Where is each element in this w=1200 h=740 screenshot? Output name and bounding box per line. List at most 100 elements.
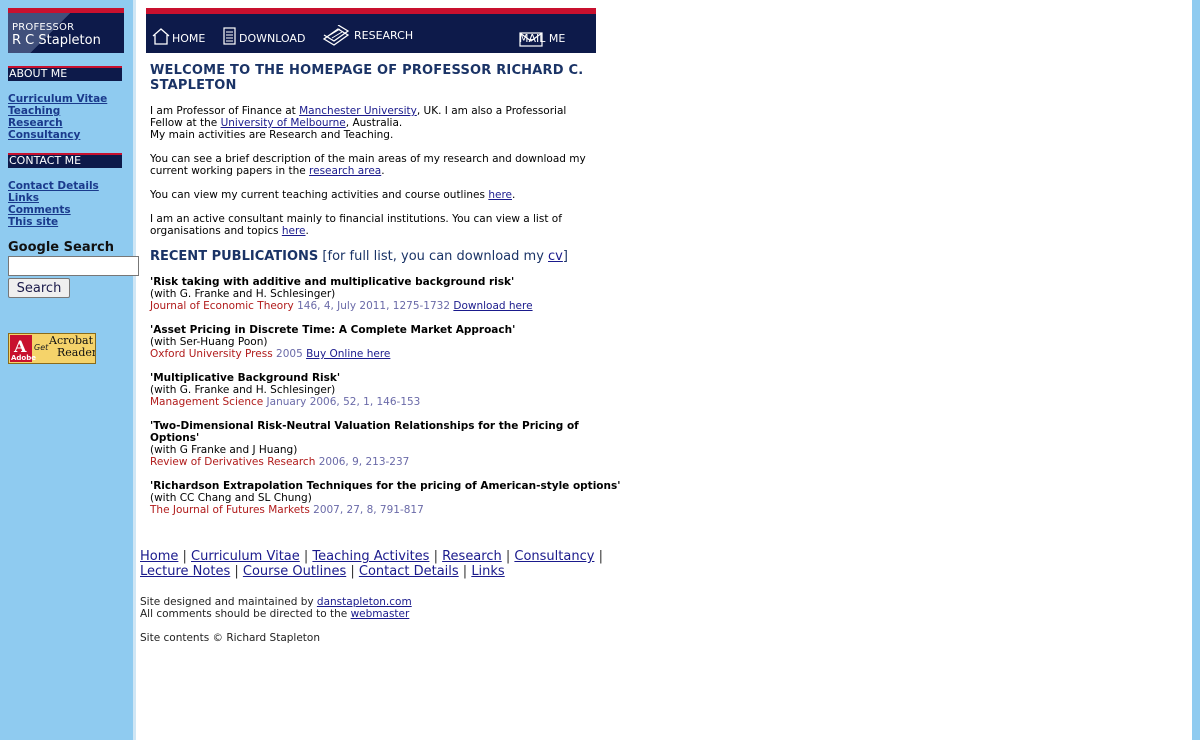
publication-item: 'Richardson Extrapolation Techniques for… [150,480,621,516]
footer-separator: | [594,549,603,564]
teaching-paragraph: You can view my current teaching activit… [150,189,600,201]
acrobat-get-label: Get [34,343,49,352]
footer-separator: | [346,564,359,579]
footer-link-links[interactable]: Links [471,564,504,579]
footer-link-teaching-activites[interactable]: Teaching Activites [312,549,429,564]
topnav-download-label: DOWNLOAD [239,32,306,45]
sidebar-link-curriculum-vitae[interactable]: Curriculum Vitae [8,93,107,105]
designer-link[interactable]: danstapleton.com [317,596,412,608]
publication-title: 'Richardson Extrapolation Techniques for… [150,480,621,492]
manchester-university-link[interactable]: Manchester University [299,105,417,117]
footer-link-lecture-notes[interactable]: Lecture Notes [140,564,230,579]
publication-item: 'Multiplicative Background Risk' (with G… [150,372,600,408]
reader-name: Reader [57,346,96,359]
publication-details: 146, 4, July 2011, 1275-1732 [293,300,451,312]
acrobat-reader-label: Acrobat Reader [49,335,96,359]
consultancy-text: I am an active consultant mainly to fina… [150,213,562,237]
footer-nav: Home | Curriculum Vitae | Teaching Activ… [140,549,610,579]
footer-link-home[interactable]: Home [140,549,178,564]
publication-details: 2006, 9, 213-237 [315,456,410,468]
footer-link-curriculum-vitae[interactable]: Curriculum Vitae [191,549,300,564]
books-icon [322,25,350,46]
sidebar-link-research[interactable]: Research [8,117,107,129]
teaching-text-end: . [512,189,516,201]
footer-link-contact-details[interactable]: Contact Details [359,564,459,579]
footer-separator: | [178,549,192,564]
footer-link-course-outlines[interactable]: Course Outlines [243,564,346,579]
publication-details: 2007, 27, 8, 791-817 [309,504,424,516]
footer-credits: Site designed and maintained by danstapl… [140,596,412,644]
topnav-research-label: RESEARCH [354,29,414,42]
footer-separator: | [299,549,313,564]
publication-journal: Oxford University Press [150,348,273,360]
copyright-text: Site contents © Richard Stapleton [140,632,321,644]
footer-separator: | [230,564,243,579]
adobe-label: Adobe [11,354,36,362]
sidebar-link-teaching[interactable]: Teaching [8,105,107,117]
google-search-title: Google Search [8,240,114,255]
page-title: WELCOME TO THE HOMEPAGE OF PROFESSOR RIC… [150,63,584,93]
sidebar-link-this-site[interactable]: This site [8,216,99,228]
publication-journal: Review of Derivatives Research [150,456,316,468]
research-text-end: . [381,165,385,177]
recent-publications-note-end: ] [562,249,568,264]
contact-me-links: Contact Details Links Comments This site [8,180,99,228]
sidebar-link-consultancy[interactable]: Consultancy [8,129,107,141]
intro-text-3: , Australia. [345,117,403,129]
cv-download-link[interactable]: cv [548,249,563,264]
sidebar-link-contact-details[interactable]: Contact Details [8,180,99,192]
publication-item: 'Two-Dimensional Risk-Neutral Valuation … [150,420,600,468]
teaching-here-link[interactable]: here [488,189,512,201]
publication-title: 'Asset Pricing in Discrete Time: A Compl… [150,324,516,336]
recent-publications-note: [for full list, you can download my [318,249,549,264]
publication-authors: (with CC Chang and SL Chung) [150,492,312,504]
footer-separator: | [458,564,472,579]
recent-publications-heading: RECENT PUBLICATIONS [for full list, you … [150,249,600,264]
research-paragraph: You can see a brief description of the m… [150,153,600,177]
about-me-heading: ABOUT ME [8,66,122,81]
intro-text-1: I am Professor of Finance at [150,105,300,117]
publication-journal: The Journal of Futures Markets [150,504,310,516]
consultancy-here-link[interactable]: here [282,225,306,237]
publication-authors: (with G Franke and J Huang) [150,444,298,456]
footer-link-research[interactable]: Research [442,549,502,564]
publication-details: January 2006, 52, 1, 146-153 [263,396,421,408]
site-logo[interactable]: PROFESSOR R C Stapleton [8,8,124,53]
sidebar-link-comments[interactable]: Comments [8,204,99,216]
sidebar-link-links[interactable]: Links [8,192,99,204]
publication-journal: Management Science [150,396,264,408]
publication-item: 'Asset Pricing in Discrete Time: A Compl… [150,324,600,360]
logo-title: PROFESSOR [12,22,75,33]
intro-paragraph: I am Professor of Finance at Manchester … [150,105,600,141]
house-icon [152,28,170,45]
university-of-melbourne-link[interactable]: University of Melbourne [221,117,346,129]
research-area-link[interactable]: research area [309,165,381,177]
webmaster-link[interactable]: webmaster [351,608,410,620]
consultancy-paragraph: I am an active consultant mainly to fina… [150,213,600,237]
publication-authors: (with G. Franke and H. Schlesinger) [150,384,336,396]
sidebar-divider [133,0,136,740]
topnav-mail-me[interactable]: MAIL ME [519,32,565,50]
get-acrobat-reader-badge[interactable]: A Adobe Get Acrobat Reader [8,333,96,364]
google-search-input[interactable] [8,256,139,276]
top-navigation-bar: HOME DOWNLOAD RESEARCH MAIL ME [146,8,596,53]
publication-item: 'Risk taking with additive and multiplic… [150,276,600,312]
download-here-link[interactable]: Download here [453,300,532,312]
footer-separator: | [429,549,443,564]
designed-by-text: Site designed and maintained by [140,596,317,608]
google-search-button[interactable]: Search [8,278,70,298]
publication-authors: (with G. Franke and H. Schlesinger) [150,288,336,300]
recent-publications-title: RECENT PUBLICATIONS [150,249,319,264]
main-content: WELCOME TO THE HOMEPAGE OF PROFESSOR RIC… [150,63,621,528]
teaching-text: You can view my current teaching activit… [150,189,489,201]
publication-authors: (with Ser-Huang Poon) [150,336,268,348]
logo-name: R C Stapleton [12,33,101,48]
topnav-mail-label: MAIL ME [519,32,566,45]
buy-online-link[interactable]: Buy Online here [306,348,390,360]
document-icon [223,27,236,45]
publication-title: 'Multiplicative Background Risk' [150,372,341,384]
right-edge-strip [1192,0,1200,740]
publication-title: 'Risk taking with additive and multiplic… [150,276,515,288]
footer-link-consultancy[interactable]: Consultancy [514,549,594,564]
footer-separator: | [501,549,515,564]
